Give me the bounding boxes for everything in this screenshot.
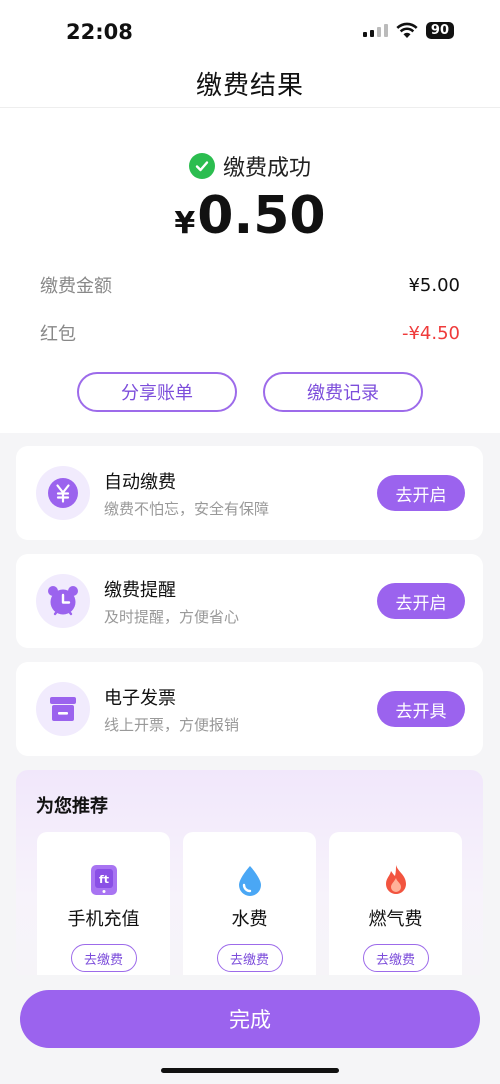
- feature-card-invoice: 电子发票 线上开票，方便报销 去开具: [16, 662, 483, 756]
- detail-value-discount: -¥4.50: [401, 322, 460, 344]
- payment-result-card: 缴费成功 ¥ 0.50 缴费金额 ¥5.00 红包 -¥4.50 分享账单 缴费…: [0, 108, 500, 433]
- enable-reminder-button[interactable]: 去开启: [377, 583, 465, 619]
- feature-title: 自动缴费: [104, 472, 176, 493]
- alarm-clock-icon: [36, 574, 90, 628]
- status-icons: 90: [362, 22, 454, 39]
- recommend-item-phone-recharge[interactable]: ft 手机充值 去缴费: [37, 832, 170, 980]
- currency-symbol: ¥: [174, 206, 196, 241]
- done-button[interactable]: 完成: [20, 990, 480, 1048]
- detail-value: ¥5.00: [408, 274, 460, 296]
- success-check-icon: [188, 153, 215, 179]
- status-bar: 22:08 90: [0, 0, 500, 60]
- detail-row-red-packet: 红包 -¥4.50: [40, 320, 460, 346]
- payment-status-text: 缴费成功: [222, 156, 311, 181]
- amount-value: 0.50: [197, 186, 326, 246]
- svg-text:ft: ft: [98, 873, 108, 886]
- detail-label: 缴费金额: [40, 276, 112, 297]
- nav-bar: 缴费结果: [0, 60, 500, 108]
- feature-card-auto-pay: 自动缴费 缴费不怕忘，安全有保障 去开启: [16, 446, 483, 540]
- recommend-item-label: 手机充值: [67, 909, 140, 930]
- recommend-section: 为您推荐 ft 手机充值 去缴费 水费 去缴费 燃气费 去缴费: [16, 770, 483, 980]
- feature-title: 电子发票: [104, 688, 176, 709]
- home-indicator: [161, 1068, 339, 1073]
- feature-desc: 线上开票，方便报销: [104, 716, 240, 734]
- share-bill-button[interactable]: 分享账单: [77, 372, 237, 412]
- recommend-item-water[interactable]: 水费 去缴费: [183, 832, 316, 980]
- payment-records-button[interactable]: 缴费记录: [263, 372, 423, 412]
- recommend-item-label: 水费: [231, 909, 268, 930]
- feature-title: 缴费提醒: [104, 580, 176, 601]
- feature-desc: 缴费不怕忘，安全有保障: [104, 500, 270, 518]
- wifi-icon: [396, 22, 418, 38]
- flame-icon: [380, 864, 412, 896]
- pay-phone-recharge-button[interactable]: 去缴费: [70, 944, 137, 972]
- phone-recharge-icon: ft: [88, 864, 120, 896]
- payment-status: 缴费成功: [0, 150, 500, 182]
- recommend-item-label: 燃气费: [368, 909, 423, 930]
- yuan-coin-icon: [36, 466, 90, 520]
- enable-auto-pay-button[interactable]: 去开启: [377, 475, 465, 511]
- signal-icon: [362, 24, 388, 37]
- recommend-item-gas[interactable]: 燃气费 去缴费: [329, 832, 462, 980]
- water-drop-icon: [234, 864, 266, 896]
- invoice-box-icon: [36, 682, 90, 736]
- status-time: 22:08: [66, 20, 133, 44]
- page-title: 缴费结果: [195, 71, 304, 101]
- detail-row-bill-amount: 缴费金额 ¥5.00: [40, 272, 460, 298]
- feature-desc: 及时提醒，方便省心: [104, 608, 240, 626]
- paid-amount: ¥ 0.50: [0, 186, 500, 246]
- battery-indicator: 90: [425, 22, 454, 39]
- recommend-title: 为您推荐: [36, 796, 108, 817]
- feature-card-reminder: 缴费提醒 及时提醒，方便省心 去开启: [16, 554, 483, 648]
- issue-invoice-button[interactable]: 去开具: [377, 691, 465, 727]
- detail-label: 红包: [40, 324, 76, 345]
- pay-gas-button[interactable]: 去缴费: [362, 944, 429, 972]
- pay-water-button[interactable]: 去缴费: [216, 944, 283, 972]
